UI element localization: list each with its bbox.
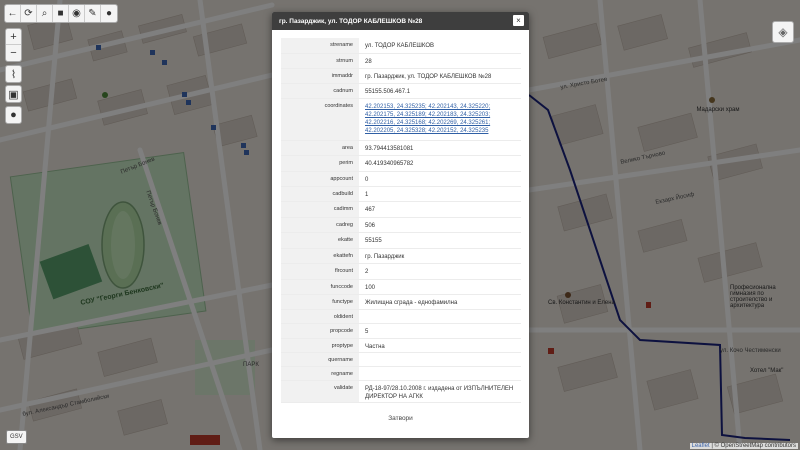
attribute-row: coordinates 42.202153, 24.325235; 42.2021… [281, 99, 521, 141]
attribute-value [359, 367, 521, 380]
attribute-key: cadreg [281, 218, 359, 232]
gsv-button[interactable]: GSV [6, 430, 27, 444]
attribute-value: Частна [365, 344, 385, 350]
attribute-row: flrcount 2 [281, 264, 521, 280]
map-attribution: Leaflet | © OpenStreetMap contributors [689, 443, 798, 449]
attribute-value: 5 [365, 329, 369, 335]
leaflet-link[interactable]: Leaflet [692, 443, 710, 449]
attribute-row: cadimm 467 [281, 202, 521, 218]
attribute-value: ул. ТОДОР КАБЛЕШКОВ [365, 43, 435, 49]
attribute-key: funccode [281, 280, 359, 294]
attribute-value: 93.794413581081 [365, 146, 414, 152]
attribute-key: appcount [281, 172, 359, 186]
attribute-table: strename ул. ТОДОР КАБЛЕШКОВ strnum 28 immad… [281, 38, 521, 403]
attribute-value: гр. Пазарджик, ул. ТОДОР КАБЛЕШКОВ №28 [365, 74, 492, 80]
attribute-key: cadnum [281, 84, 359, 98]
search-icon[interactable]: ⌕ [37, 5, 53, 22]
attribute-key: validate [281, 381, 359, 402]
attribute-row: funccode 100 [281, 280, 521, 295]
close-icon[interactable]: × [513, 15, 524, 26]
attribute-row: quername [281, 353, 521, 367]
stop-icon[interactable]: ■ [53, 5, 69, 22]
attribute-value: 55155 [365, 238, 382, 244]
attribute-row: ekattefn гр. Пазарджик [281, 249, 521, 264]
compass-icon[interactable]: ◉ [69, 5, 85, 22]
ruler-icon: ⌇ [10, 68, 17, 81]
attribute-key: ekattefn [281, 249, 359, 263]
attribute-row: area 93.794413581081 [281, 141, 521, 156]
attribute-row: strename ул. ТОДОР КАБЛЕШКОВ [281, 38, 521, 54]
attribute-key: coordinates [281, 99, 359, 140]
attribute-row: appcount 0 [281, 172, 521, 187]
attribute-value: 0 [365, 177, 369, 183]
attribute-value: 55155.506.467.1 [365, 89, 411, 95]
attribute-key: cadbuild [281, 187, 359, 201]
close-button[interactable]: Затвори [272, 415, 529, 422]
attribute-row: proptype Частна [281, 339, 521, 353]
attribute-row: oldident [281, 310, 521, 324]
marker-icon: ● [10, 109, 17, 121]
layers-icon: ◈ [778, 25, 788, 39]
attribute-key: area [281, 141, 359, 155]
attribute-key: flrcount [281, 264, 359, 279]
coordinates-link[interactable]: 42.202153, 24.325235; 42.202143, 24.3252… [359, 99, 521, 140]
attribute-row: strnum 28 [281, 54, 521, 69]
attribute-value: 28 [365, 59, 372, 65]
attribute-key: proptype [281, 339, 359, 352]
attribute-value [359, 353, 521, 366]
camera-button[interactable]: ▣ [5, 85, 22, 103]
zoom-in-icon[interactable]: + [6, 29, 21, 45]
attribute-key: quername [281, 353, 359, 366]
attribute-key: ekatte [281, 233, 359, 248]
refresh-icon[interactable]: ⟳ [21, 5, 37, 22]
attribute-value: гр. Пазарджик [365, 254, 405, 260]
attribute-value: РД-18-97/28.10.2008 г. издадена от ИЗПЪЛ… [365, 386, 514, 400]
attribute-value: 506 [365, 223, 376, 229]
attribute-value: 100 [365, 285, 376, 291]
camera-icon: ▣ [8, 88, 19, 101]
attribute-value: 1 [365, 192, 369, 198]
parcel-info-modal: гр. Пазарджик, ул. ТОДОР КАБЛЕШКОВ №28 ×… [272, 12, 529, 438]
attribute-row: validate РД-18-97/28.10.2008 г. издадена … [281, 381, 521, 403]
pencil-icon[interactable]: ✎ [85, 5, 101, 22]
attribute-key: oldident [281, 310, 359, 323]
attribute-key: functype [281, 295, 359, 309]
map-toolbar: ← ⟳ ⌕ ■ ◉ ✎ ● [4, 4, 118, 23]
attribute-row: cadnum 55155.506.467.1 [281, 84, 521, 99]
attribute-key: strename [281, 38, 359, 53]
layers-button[interactable]: ◈ [772, 21, 794, 43]
marker-button[interactable]: ● [5, 106, 22, 124]
attribute-row: ekatte 55155 [281, 233, 521, 249]
attribute-row: cadbuild 1 [281, 187, 521, 202]
attribute-key: regname [281, 367, 359, 380]
attribute-value [359, 310, 521, 323]
attribute-row: functype Жилищна сграда - еднофамилна [281, 295, 521, 310]
attribute-row: cadreg 506 [281, 218, 521, 233]
attribute-key: propcode [281, 324, 359, 338]
attribute-key: strnum [281, 54, 359, 68]
ruler-button[interactable]: ⌇ [5, 65, 22, 83]
attribute-row: perim 40.419340965782 [281, 156, 521, 172]
attribute-row: regname [281, 367, 521, 381]
attribute-key: immaddr [281, 69, 359, 83]
zoom-out-icon[interactable]: − [6, 45, 21, 61]
attribute-value: 2 [365, 269, 369, 275]
back-icon[interactable]: ← [5, 5, 21, 22]
attribute-row: immaddr гр. Пазарджик, ул. ТОДОР КАБЛЕШКО… [281, 69, 521, 84]
attribute-value: Жилищна сграда - еднофамилна [365, 300, 458, 306]
attribute-key: cadimm [281, 202, 359, 217]
attribute-value: 40.419340965782 [365, 161, 414, 167]
modal-title: гр. Пазарджик, ул. ТОДОР КАБЛЕШКОВ №28 [279, 17, 423, 25]
comment-icon[interactable]: ● [101, 5, 117, 22]
zoom-control: + − [5, 28, 22, 62]
attribute-key: perim [281, 156, 359, 171]
attribute-value: 467 [365, 207, 376, 213]
attribution-text: | © OpenStreetMap contributors [711, 443, 796, 449]
attribute-row: propcode 5 [281, 324, 521, 339]
modal-header: гр. Пазарджик, ул. ТОДОР КАБЛЕШКОВ №28 × [272, 12, 529, 30]
